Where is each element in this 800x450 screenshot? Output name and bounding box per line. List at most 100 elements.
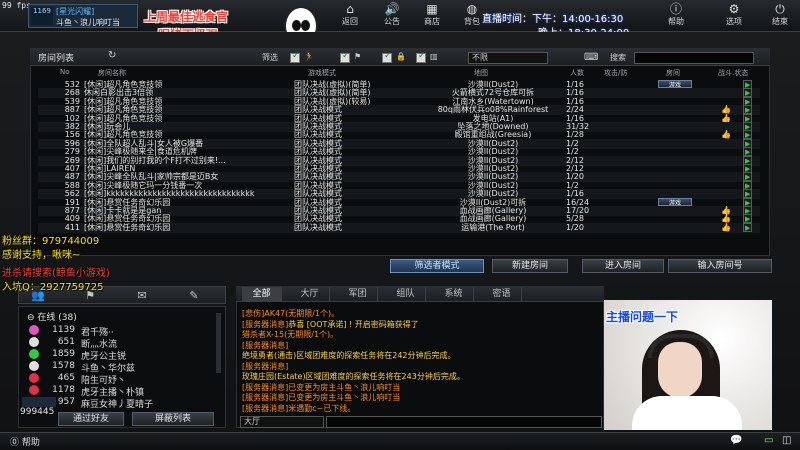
- friend-item[interactable]: 651 断灬水流: [29, 337, 219, 350]
- filter-select[interactable]: 不限: [468, 52, 548, 64]
- col-no[interactable]: No: [60, 68, 70, 78]
- chat-log: [悲伤]AK47(无期限/1个)。 [服务器消息]恭喜 [OOT承诺] ! 开启密…: [236, 304, 604, 414]
- col-cap[interactable]: 房间: [666, 68, 680, 78]
- col-map[interactable]: 地图: [474, 68, 488, 78]
- chat-tab-0[interactable]: 全部: [242, 287, 282, 301]
- nav-button-12[interactable]: ⏻ 结束: [760, 2, 800, 30]
- lock-icon: 🔒: [396, 52, 406, 61]
- player-profile[interactable]: 1169 [星光闪耀] 斗鱼丶浪儿响叮当: [28, 4, 138, 28]
- col-name[interactable]: 房间名称: [98, 68, 126, 78]
- room-count: 1/20: [566, 222, 584, 232]
- add-friend-button[interactable]: 通过好友: [58, 412, 124, 426]
- chat-message: 猎杀者X-15(无期限/1个)。: [242, 329, 602, 340]
- filter-checkbox-2[interactable]: [340, 51, 350, 63]
- bottom-bar: ⓪ 帮助 💬 ▭ ◫: [0, 432, 800, 450]
- filter-checkbox-3[interactable]: [382, 51, 392, 63]
- search-row: ⌨ 搜索: [580, 52, 760, 66]
- collapse-icon[interactable]: ⊖: [27, 313, 35, 323]
- help-icon: ⓪: [10, 438, 20, 448]
- nav-button-2[interactable]: ▦ 商店: [412, 2, 452, 30]
- room-mode: 团队决战模式: [294, 222, 342, 232]
- room-row[interactable]: 411 [休闲]悬赏任务奇幻乐园 团队决战模式 运输港(The Port) 1/20 👍: [38, 222, 760, 233]
- chat-message: [服务器消息]恭喜 [OOT承诺] ! 开启密码箱获得了: [242, 319, 602, 330]
- chat-prefix: [服务器消息]: [242, 393, 289, 402]
- chat-tab-4[interactable]: 系统: [434, 287, 474, 301]
- window-icon[interactable]: ◫: [782, 435, 791, 446]
- col-count[interactable]: 人数: [570, 68, 584, 78]
- search-label: 搜索: [610, 53, 626, 62]
- friend-item[interactable]: 1578 斗鱼丶华尔兹: [29, 361, 219, 374]
- nav-button-1[interactable]: 🔊 公告: [372, 2, 412, 30]
- col-attack[interactable]: 攻击/防: [604, 68, 627, 78]
- friend-item[interactable]: 1178 虎牙主播丶朴镇: [29, 385, 219, 398]
- chat-prefix: [服务器消息]: [242, 319, 289, 329]
- chat-message: 绝境勇者(通击)区域团难度的探索任务将在242分钟后完成。: [242, 350, 602, 361]
- enter-room-button[interactable]: 进入房间: [582, 259, 664, 273]
- friend-level: 465: [57, 373, 75, 383]
- mail-tab-icon[interactable]: ✉: [127, 289, 157, 303]
- friend-item[interactable]: 1859 虎牙公主锐: [29, 349, 219, 362]
- friends-online-label: 在线 (38): [37, 313, 77, 323]
- search-toggle-icon[interactable]: ⌨: [584, 52, 598, 63]
- chat-text: 恭喜 [OOT承诺] ! 开启密码箱获得了: [288, 319, 419, 329]
- friend-item[interactable]: 465 陪生可妤丶: [29, 373, 219, 386]
- thanks-text: 感谢支持，啾咪~: [2, 250, 81, 261]
- block-list-button[interactable]: 屏蔽列表: [132, 412, 214, 426]
- fans-group-text: 粉丝群：979744009: [2, 236, 100, 247]
- filter-checkbox-4[interactable]: [416, 51, 426, 63]
- nav-button-11[interactable]: ⚙ 选项: [714, 2, 754, 30]
- chat-message: [服务器消息]已变更为房主斗鱼丶浪儿响叮当: [242, 392, 602, 403]
- chat-message: [服务器消息]米遇勤c~已下线。: [242, 403, 602, 414]
- refresh-icon[interactable]: ↻: [108, 50, 116, 61]
- game-search-text: 进杀请搜索(鲸鱼小游戏): [2, 268, 110, 279]
- nav-label-12: 结束: [772, 17, 788, 26]
- room-number-button[interactable]: 输入房间号: [668, 259, 772, 273]
- friend-level: 1139: [52, 325, 75, 335]
- friend-rank-icon: [29, 373, 39, 383]
- nav-icon-1: 🔊: [384, 2, 400, 16]
- chat-tab-3[interactable]: 组队: [386, 287, 426, 301]
- friend-rank-icon: [29, 349, 39, 359]
- search-input[interactable]: [634, 52, 754, 64]
- chat-prefix: [服务器消息]: [242, 403, 289, 413]
- nav-button-0[interactable]: ⌂ 返回: [330, 2, 370, 30]
- chat-text: 已变更为房主斗鱼丶浪儿响叮当: [288, 393, 401, 402]
- help-label: 帮助: [21, 438, 40, 448]
- chat-tab-2[interactable]: 军团: [338, 287, 378, 301]
- chat-message: [服务器消息]已变更为房主斗鱼丶浪儿响叮当: [242, 382, 602, 393]
- chat-channel-select[interactable]: 大厅: [240, 416, 324, 428]
- filter-checkbox-1[interactable]: [290, 51, 300, 63]
- chat-text: AK47(无期限/1个)。: [264, 309, 340, 318]
- edit-tab-icon[interactable]: ✎: [179, 289, 209, 303]
- friend-level: 1178: [52, 385, 75, 395]
- player-title: [星光闪耀]: [56, 7, 95, 16]
- schedule-line1: 直播时间：下午：14:00-16:30: [482, 14, 624, 25]
- play-tag: 游戏: [658, 80, 692, 88]
- chat-bubble-icon[interactable]: 💬: [730, 435, 742, 446]
- nav-icon-0: ⌂: [346, 2, 354, 16]
- friend-rank-icon: [29, 385, 39, 395]
- nav-button-10[interactable]: ⓘ 帮助: [656, 2, 696, 30]
- room-map: 运输港(The Port): [461, 222, 525, 232]
- chat-prefix: [悲伤]: [242, 309, 265, 318]
- chat-tab-5[interactable]: 密语: [482, 287, 522, 301]
- chat-input[interactable]: [326, 416, 602, 428]
- play-tag: 游戏: [658, 197, 692, 206]
- create-room-button[interactable]: 新建房间: [492, 259, 568, 273]
- join-qq-text: 入坑Q：2927759725: [2, 282, 104, 293]
- chat-tab-1[interactable]: 大厅: [290, 287, 330, 301]
- chat-text: 米遇勤c~已下线。: [288, 403, 356, 413]
- soldier-icon: 🏃: [304, 52, 314, 61]
- col-state[interactable]: 战斗.状态: [718, 68, 748, 78]
- friend-item[interactable]: 1139 君千殇··: [29, 325, 219, 338]
- help-group[interactable]: ⓪ 帮助: [10, 435, 40, 448]
- chat-text: 已变更为房主斗鱼丶浪儿响叮当: [288, 382, 401, 392]
- filter-mode-button[interactable]: 筛选者模式: [390, 259, 484, 273]
- friend-name: 麻豆女神丿夏晴子: [81, 400, 154, 410]
- enter-arrow-icon[interactable]: [743, 222, 752, 232]
- chat-message: [悲伤]AK47(无期限/1个)。: [242, 308, 602, 319]
- battery-icon: ▭: [764, 435, 774, 446]
- col-mode[interactable]: 游戏模式: [308, 68, 336, 78]
- friend-item[interactable]: 957 麻豆女神丿夏晴子: [29, 397, 219, 410]
- box-icon: ▥: [430, 52, 438, 61]
